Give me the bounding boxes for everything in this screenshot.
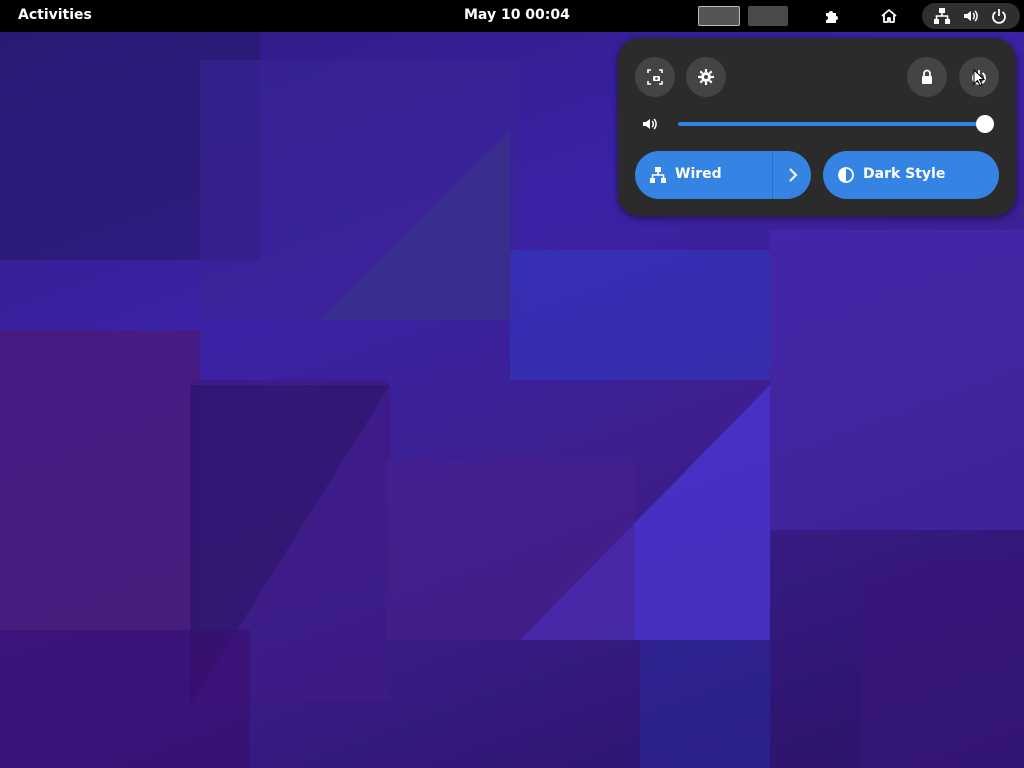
- power-off-button[interactable]: [959, 57, 999, 97]
- wired-label: Wired: [675, 166, 722, 182]
- top-bar: Activities May 10 00:04: [0, 0, 1024, 32]
- mouse-cursor-icon: [973, 69, 985, 87]
- workspace-indicator-2[interactable]: [748, 6, 788, 26]
- settings-icon: [698, 69, 714, 85]
- volume-slider[interactable]: [678, 122, 986, 126]
- volume-icon: [964, 10, 978, 22]
- network-wired-icon: [650, 167, 666, 183]
- volume-icon: [643, 118, 657, 130]
- chevron-right-icon[interactable]: [784, 166, 802, 184]
- volume-slider-handle[interactable]: [976, 115, 994, 133]
- activities-button[interactable]: Activities: [18, 7, 92, 23]
- system-status-menu[interactable]: [922, 3, 1020, 29]
- dark-style-label: Dark Style: [863, 166, 946, 182]
- toggle-divider: [772, 151, 773, 199]
- dark-style-icon: [838, 167, 854, 183]
- quick-settings-panel: Wired Dark Style: [618, 38, 1016, 216]
- network-wired-icon: [934, 8, 950, 24]
- settings-button[interactable]: [686, 57, 726, 97]
- lock-icon: [922, 69, 932, 84]
- screenshot-button[interactable]: [635, 57, 675, 97]
- clock[interactable]: May 10 00:04: [464, 7, 570, 23]
- lock-button[interactable]: [907, 57, 947, 97]
- extensions-icon[interactable]: [822, 7, 840, 25]
- workspace-indicator-1[interactable]: [698, 6, 740, 26]
- dark-style-toggle[interactable]: Dark Style: [823, 151, 999, 199]
- wired-toggle[interactable]: Wired: [635, 151, 811, 199]
- home-icon[interactable]: [880, 7, 898, 25]
- screenshot-icon: [647, 69, 663, 85]
- power-icon: [992, 9, 1006, 24]
